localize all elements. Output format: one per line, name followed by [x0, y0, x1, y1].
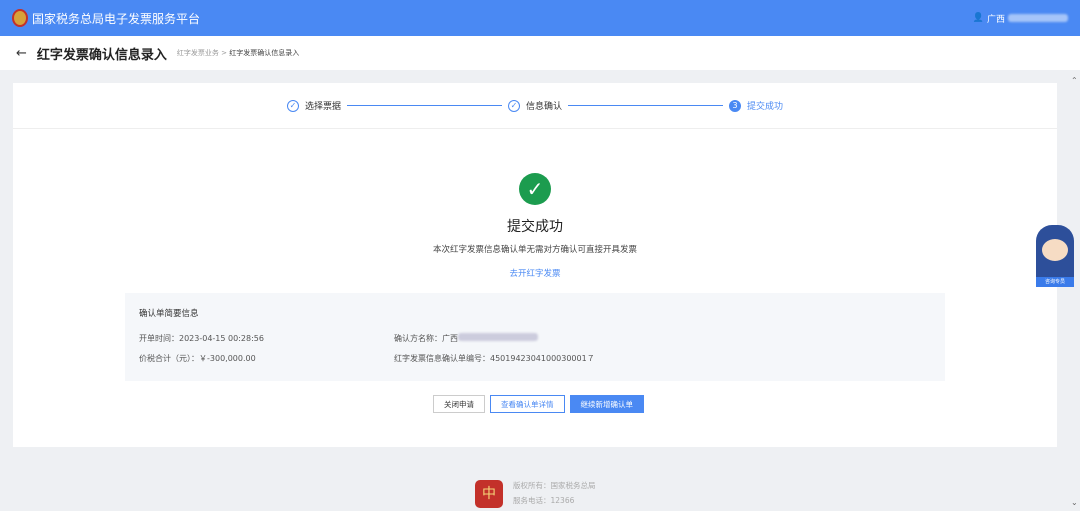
assistant-face [1042, 239, 1068, 261]
content-card: ✓ 选择票据 ✓ 信息确认 3 提交成功 ✓ 提交成功 本次红字发票信息确认单无需对方… [13, 83, 1057, 447]
issue-red-invoice-link[interactable]: 去开红字发票 [13, 267, 1057, 279]
step-current-icon: 3 [729, 99, 741, 112]
party-name-blurred [458, 333, 538, 341]
action-buttons: 关闭申请 查看确认单详情 继续新增确认单 [433, 395, 644, 413]
copyright: 版权所有：国家税务总局 [513, 481, 596, 490]
confirm-party-label: 确认方名称：广西 [394, 334, 458, 343]
page-header: ← 红字发票确认信息录入 红字发票业务 > 红字发票确认信息录入 [0, 36, 1080, 70]
summary-panel: 确认单简要信息 开单时间：2023-04-15 00:28:56 确认方名称：广西… [125, 293, 945, 381]
step-1: 选择票据 [304, 102, 341, 112]
success-check-icon: ✓ [519, 173, 551, 205]
step-divider [346, 105, 502, 106]
scrollbar[interactable]: ⌃ ⌄ [1070, 70, 1080, 511]
step-done-icon: ✓ [286, 99, 299, 112]
footer: 中 版权所有：国家税务总局 服务电话：12366 [475, 480, 596, 508]
step-3: 提交成功 [747, 102, 784, 112]
step-divider [568, 105, 723, 106]
view-details-button[interactable]: 查看确认单详情 [490, 395, 565, 413]
user-name: 广西 [986, 14, 1005, 25]
assistant-label: 咨询专员 [1036, 277, 1074, 287]
page-title: 红字发票确认信息录入 [36, 47, 167, 63]
summary-heading: 确认单简要信息 [139, 309, 199, 319]
total-amount: 价税合计（元）：￥-300,000.00 [139, 354, 256, 363]
breadcrumb: 红字发票业务 > 红字发票确认信息录入 [177, 48, 299, 58]
emblem-icon [12, 9, 28, 27]
stepper: ✓ 选择票据 ✓ 信息确认 3 提交成功 [13, 83, 1057, 129]
user-icon: 👤 [972, 13, 984, 23]
assistant-avatar[interactable]: 咨询专员 [1036, 225, 1074, 287]
breadcrumb-sep: > [221, 49, 228, 57]
top-bar: 国家税务总局电子发票服务平台 👤 广西 [0, 0, 1080, 36]
open-time: 开单时间：2023-04-15 00:28:56 [139, 334, 264, 343]
step-done-icon: ✓ [507, 99, 520, 112]
service-phone: 服务电话：12366 [513, 496, 575, 505]
scroll-up-icon[interactable]: ⌃ [1071, 76, 1078, 85]
confirm-party: 确认方名称：广西 [394, 333, 649, 344]
scroll-down-icon[interactable]: ⌄ [1071, 498, 1078, 507]
result-title: 提交成功 [507, 219, 563, 235]
continue-add-button[interactable]: 继续新增确认单 [569, 395, 644, 413]
user-name-blurred [1008, 14, 1068, 22]
breadcrumb-current: 红字发票确认信息录入 [229, 49, 300, 57]
user-menu[interactable]: 👤 广西 [973, 12, 1068, 25]
tax-logo: 中 [475, 480, 503, 508]
back-arrow-icon[interactable]: ← [16, 46, 27, 61]
platform-title: 国家税务总局电子发票服务平台 [32, 11, 201, 26]
confirm-number: 红字发票信息确认单编号：4501942304100030001７ [394, 354, 595, 363]
breadcrumb-parent[interactable]: 红字发票业务 [177, 49, 219, 57]
platform-logo[interactable]: 国家税务总局电子发票服务平台 [12, 9, 200, 27]
close-application-button[interactable]: 关闭申请 [433, 395, 485, 413]
step-2: 信息确认 [525, 102, 562, 112]
result-description: 本次红字发票信息确认单无需对方确认可直接开具发票 [432, 245, 637, 255]
